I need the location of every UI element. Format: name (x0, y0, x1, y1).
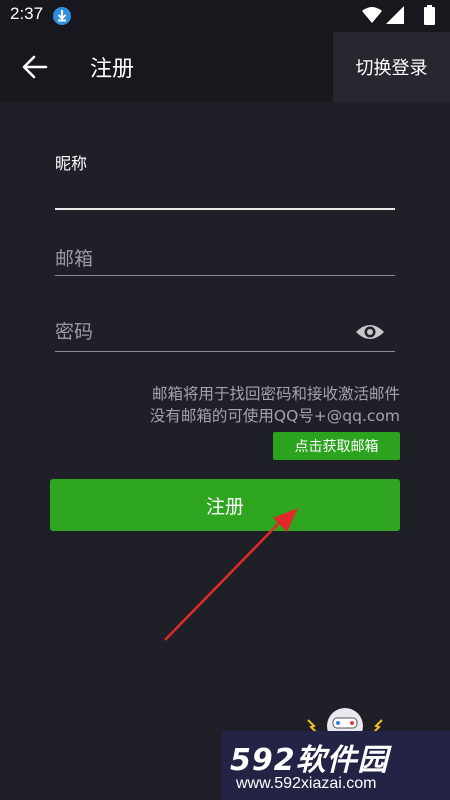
nickname-input[interactable] (55, 172, 345, 206)
watermark-logo: 592软件园 (230, 743, 389, 778)
site-watermark: 592软件园 www.592xiazai.com (222, 731, 450, 800)
status-bar: 2:37 (0, 0, 450, 32)
get-email-button[interactable]: 点击获取邮箱 (273, 432, 400, 460)
wifi-icon (362, 7, 382, 23)
watermark-url: www.592xiazai.com (236, 775, 377, 792)
battery-icon (424, 5, 435, 25)
eye-icon[interactable] (355, 321, 385, 343)
nickname-underline (55, 208, 395, 210)
register-button[interactable]: 注册 (50, 479, 400, 531)
switch-login-button[interactable]: 切换登录 (333, 32, 450, 102)
nickname-label: 昵称 (55, 154, 88, 173)
status-time: 2:37 (10, 4, 44, 23)
password-underline (55, 351, 395, 352)
password-input[interactable] (55, 315, 345, 349)
page-title: 注册 (90, 57, 135, 82)
game-controller-mascot-icon (307, 708, 383, 735)
email-input[interactable] (55, 242, 345, 276)
email-underline (55, 275, 395, 276)
hint-line-1: 邮箱将用于找回密码和接收激活邮件 (151, 385, 400, 403)
email-hint: 邮箱将用于找回密码和接收激活邮件 没有邮箱的可使用QQ号+@qq.com (150, 383, 400, 427)
hint-line-2: 没有邮箱的可使用QQ号+@qq.com (149, 407, 400, 425)
download-icon (53, 7, 71, 25)
signal-icon (386, 6, 404, 24)
back-arrow-icon[interactable] (22, 54, 48, 80)
app-toolbar: 注册 切换登录 (0, 32, 450, 102)
